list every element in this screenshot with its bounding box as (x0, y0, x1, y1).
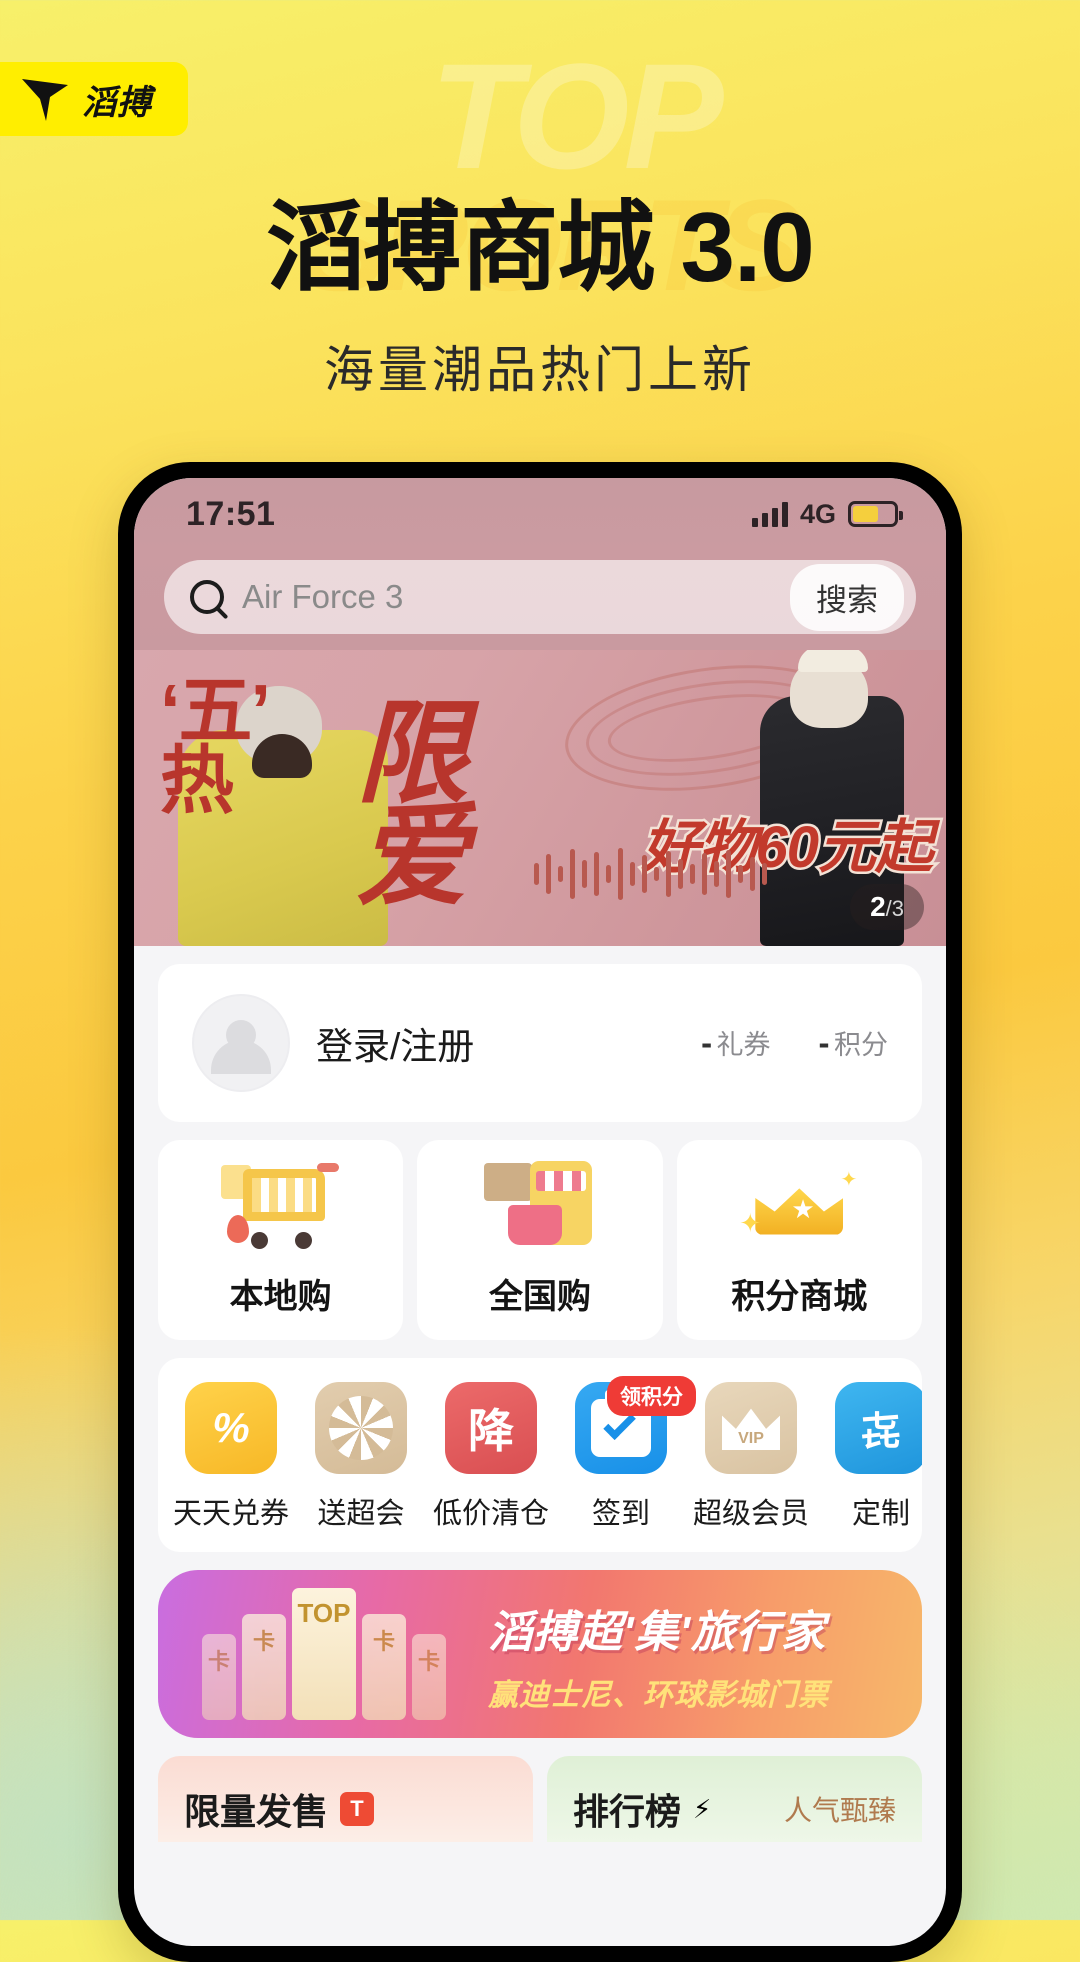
search-icon (190, 580, 224, 614)
phone-mockup: 17:51 4G Air Force 3 搜索 ‘五’ 热 限爱 好物60元起 … (118, 462, 962, 1962)
category-label-national: 全国购 (488, 1278, 591, 1316)
quick-icon-vip[interactable]: VIP 超级会员 (686, 1382, 816, 1532)
user-login-card[interactable]: 登录/注册 - 礼券 - 积分 (158, 964, 922, 1122)
quick-icon-clearance[interactable]: 降 低价清仓 (426, 1382, 556, 1532)
user-stats: - 礼券 - 积分 (701, 1018, 888, 1068)
category-label-points-mall: 积分商城 (731, 1278, 868, 1316)
decorative-waveform (534, 848, 767, 900)
quick-icon-custom[interactable]: 㐂 定制 (816, 1382, 922, 1532)
search-input[interactable]: Air Force 3 搜索 (164, 560, 916, 634)
top-card-center: TOP (292, 1588, 356, 1720)
battery-icon (848, 501, 903, 527)
category-label-local: 本地购 (229, 1278, 332, 1316)
quick-icon-coupon[interactable]: % 天天兑券 (166, 1382, 296, 1532)
price-drop-icon: 降 (445, 1382, 537, 1474)
crown-icon: ★ ✦ ✦ (739, 1168, 858, 1238)
stat-points-value: - (818, 1024, 830, 1062)
quick-icon-signin[interactable]: 领积分 签到 (556, 1376, 696, 1532)
phone-screen: 17:51 4G Air Force 3 搜索 ‘五’ 热 限爱 好物60元起 … (134, 478, 946, 1946)
category-card-points-mall[interactable]: ★ ✦ ✦ 积分商城 (676, 1140, 922, 1340)
stat-coupons[interactable]: - 礼券 (701, 1018, 770, 1068)
search-button[interactable]: 搜索 (790, 563, 904, 631)
quick-icon-label-coupon: 天天兑券 (172, 1498, 289, 1530)
top-card-stack: 卡 卡 TOP 卡 卡 (202, 1588, 446, 1720)
bottom-tiles: 限量发售 T 排行榜 ⚡ 人气甄臻 (158, 1756, 922, 1842)
quick-icon-wheel[interactable]: 送超会 (296, 1382, 426, 1532)
search-section: Air Force 3 搜索 (134, 550, 946, 650)
promo-banner[interactable]: 卡 卡 TOP 卡 卡 滔搏超'集'旅行家 赢迪士尼、环球影城门票 (158, 1570, 922, 1738)
quick-icon-label-vip: 超级会员 (692, 1498, 809, 1530)
shopping-cart-icon (158, 1140, 403, 1269)
brand-logo-text: 滔搏 (82, 83, 152, 122)
banner-word-one: ‘五’ 热 (160, 669, 271, 823)
network-type-label: 4G (799, 498, 836, 529)
carousel-indicator: 2/3 (850, 884, 924, 930)
vip-crown-icon: VIP (705, 1382, 797, 1474)
promo-banner-subtitle: 赢迪士尼、环球影城门票 (488, 1679, 829, 1712)
banner-word-two: 限爱 (356, 691, 468, 920)
category-card-national[interactable]: 全国购 (417, 1140, 663, 1340)
status-badge: 领积分 (607, 1376, 696, 1416)
brand-logo-badge: 滔搏 (0, 62, 188, 136)
stat-points-label: 积分 (834, 1030, 888, 1061)
prize-wheel-icon (315, 1382, 407, 1474)
app-content: 登录/注册 - 礼券 - 积分 本地购 全国购 ★ ✦ ✦ 积分商城 % 天天兑… (134, 946, 946, 1842)
quick-icon-label-clearance: 低价清仓 (432, 1498, 549, 1530)
promo-banner-title: 滔搏超'集'旅行家 (488, 1608, 826, 1657)
search-placeholder: Air Force 3 (242, 578, 404, 615)
page-subtitle: 海量潮品热门上新 (324, 342, 756, 398)
hero-carousel-banner[interactable]: ‘五’ 热 限爱 好物60元起 2/3 (134, 650, 946, 946)
avatar-icon (192, 994, 290, 1092)
t-brand-icon: T (340, 1792, 375, 1826)
coupon-percent-icon: % (185, 1382, 277, 1474)
status-bar: 17:51 4G (134, 478, 946, 550)
stat-coupons-label: 礼券 (716, 1030, 771, 1061)
tile-ranking[interactable]: 排行榜 ⚡ 人气甄臻 (547, 1756, 922, 1842)
status-bar-time: 17:51 (186, 494, 276, 533)
promo-banner-text: 滔搏超'集'旅行家 赢迪士尼、环球影城门票 (488, 1596, 829, 1714)
quick-icon-grid: % 天天兑券 送超会 降 低价清仓 领积分 签到 VIP 超级会员 㐂 定制 (158, 1358, 922, 1552)
customize-icon: 㐂 (835, 1382, 922, 1474)
stat-coupons-value: - (701, 1024, 713, 1062)
quick-icon-label-custom: 定制 (851, 1498, 910, 1530)
page-title: 滔搏商城 3.0 (266, 192, 814, 302)
lightning-icon: ⚡ (693, 1793, 712, 1824)
tile-title-ranking: 排行榜 (573, 1791, 682, 1832)
category-cards: 本地购 全国购 ★ ✦ ✦ 积分商城 (158, 1140, 922, 1340)
quick-icon-label-signin: 签到 (591, 1498, 650, 1530)
storefront-phone-icon (417, 1140, 662, 1269)
status-bar-indicators: 4G (751, 498, 903, 530)
login-register-label[interactable]: 登录/注册 (316, 1016, 701, 1070)
t-arrow-logo-icon (20, 75, 70, 123)
stat-points[interactable]: - 积分 (819, 1018, 888, 1068)
tile-title-limited: 限量发售 (184, 1791, 329, 1832)
category-card-local[interactable]: 本地购 (158, 1140, 404, 1340)
quick-icon-label-wheel: 送超会 (317, 1498, 405, 1530)
signal-bars-icon (751, 501, 788, 527)
tile-limited-release[interactable]: 限量发售 T (158, 1756, 533, 1842)
tile-sub-ranking: 人气甄臻 (783, 1795, 896, 1826)
